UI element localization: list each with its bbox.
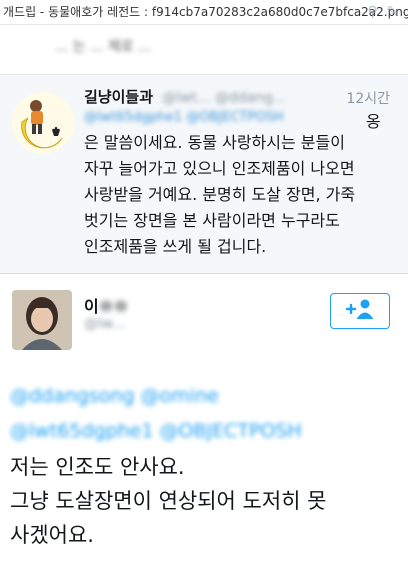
previous-tweet[interactable]: ... 는 ... 제로 ... (0, 24, 408, 75)
image-caption: 개드립 - 동물애호가 레전드 : f914cb7a70283c2a680d0c… (0, 0, 408, 25)
follow-button[interactable] (330, 293, 390, 329)
add-user-icon (344, 298, 376, 324)
main-user-name[interactable]: 이ㅇㅇ (84, 293, 128, 317)
compose-icon[interactable]: ✎ (386, 4, 400, 20)
reply-tweet-text: 은 말씀이세요. 동물 사랑하시는 분들이 자꾸 늘어가고 있으니 인조제품이 … (84, 133, 356, 256)
reply-display-name[interactable]: 길냥이들과 (84, 88, 153, 106)
mention-line-1[interactable]: @ddangsong @omine (10, 385, 219, 407)
reply-mentions[interactable]: @lwt65dgphe1 @OBJECTPOSH (84, 110, 364, 132)
main-tweet-text: 저는 인조도 안사요. 그냥 도살장면이 연상되어 도저히 못 사겠어요. (10, 455, 327, 547)
mention-line-2[interactable]: @lwt65dgphe1 @OBJECTPOSH (10, 420, 302, 442)
user-name-visible: 이 (84, 297, 99, 316)
status-bar-icons: ⚲ ✎ (368, 4, 400, 20)
main-user-handle[interactable]: @lw... (84, 316, 125, 332)
search-icon[interactable]: ⚲ (368, 4, 380, 20)
reply-timestamp[interactable]: 12시간 (346, 88, 390, 108)
user-name-blurred: ㅇㅇ (98, 297, 129, 316)
reply-handle[interactable]: @lwt... @ddang... (162, 90, 286, 106)
previous-tweet-snippet: ... 는 ... 제로 ... (55, 39, 152, 55)
reply-mention-suffix: 옹 (366, 112, 381, 131)
avatar-moon-cat[interactable] (12, 92, 74, 154)
avatar-photo[interactable] (12, 290, 72, 350)
